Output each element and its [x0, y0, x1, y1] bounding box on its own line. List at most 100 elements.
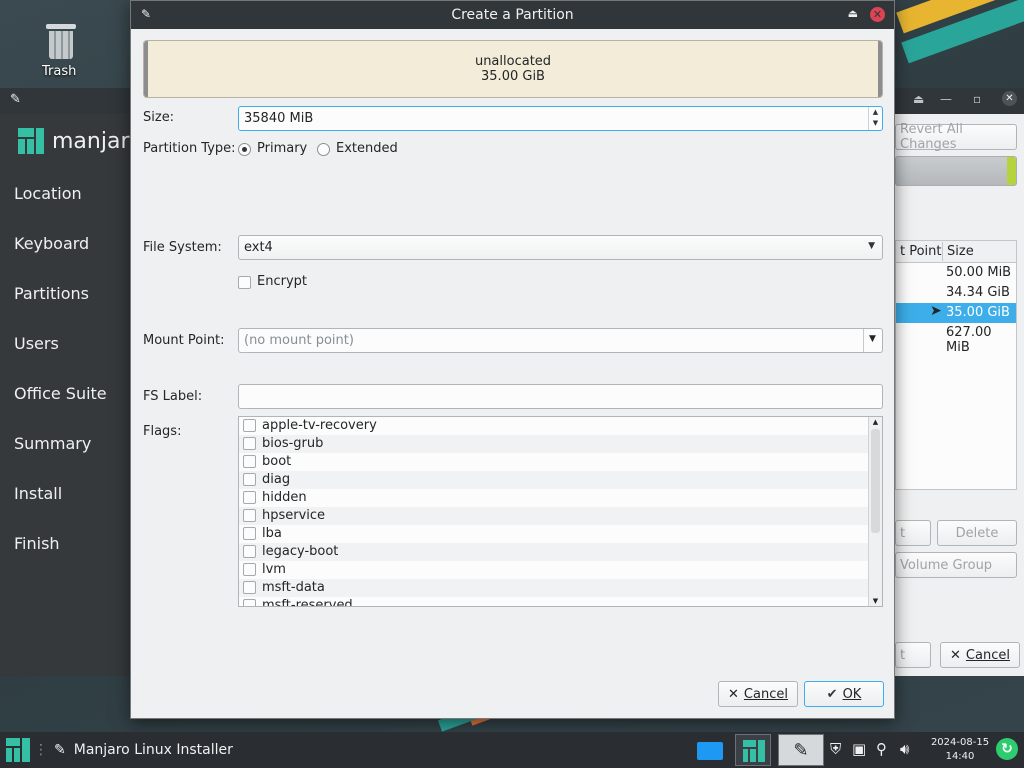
application-launcher-icon[interactable] [6, 738, 30, 762]
taskbar-task-installer[interactable]: ⋮ ✎ Manjaro Linux Installer [34, 732, 233, 768]
col-size[interactable]: Size [942, 242, 974, 261]
flag-item[interactable]: lba [239, 525, 869, 543]
fs-label-input[interactable] [238, 384, 883, 409]
flag-item[interactable]: legacy-boot [239, 543, 869, 561]
flag-checkbox[interactable] [243, 581, 256, 594]
close-icon[interactable]: ✕ [1002, 91, 1017, 106]
paperclip-icon[interactable]: ⚲ [876, 740, 887, 758]
extended-radio[interactable] [317, 143, 330, 156]
flag-checkbox[interactable] [243, 509, 256, 522]
step-install: Install [14, 484, 63, 503]
col-mount-point[interactable]: t Point [900, 244, 942, 259]
unallocated-size: 35.00 GiB [481, 69, 545, 84]
pin-icon[interactable]: ✎ [10, 92, 21, 107]
table-row[interactable]: 627.00 MiB [896, 323, 1016, 355]
mount-point-combo[interactable]: (no mount point) ▼ [238, 328, 883, 353]
edit-label: t [900, 525, 906, 541]
chevron-down-icon: ▼ [868, 241, 875, 251]
network-icon[interactable]: ▣ [852, 740, 866, 758]
step-keyboard: Keyboard [14, 234, 90, 253]
flag-checkbox[interactable] [243, 527, 256, 540]
table-row[interactable]: 50.00 MiB [896, 263, 1016, 283]
flags-label: Flags: [143, 424, 182, 439]
flag-checkbox[interactable] [243, 419, 256, 432]
flag-item[interactable]: hidden [239, 489, 869, 507]
manjaro-logo: manjaro [18, 128, 142, 154]
minimize-icon[interactable]: — [940, 92, 952, 106]
installer-cancel-button[interactable]: ✕ Cancel [940, 642, 1020, 668]
fs-label-label: FS Label: [143, 389, 203, 404]
update-icon[interactable]: ↻ [996, 738, 1018, 760]
next-button[interactable]: t [895, 642, 931, 668]
extended-radio-label[interactable]: Extended [336, 141, 398, 156]
edit-button[interactable]: t [895, 520, 931, 546]
flag-checkbox[interactable] [243, 563, 256, 576]
flags-scrollbar[interactable]: ▲ ▼ [868, 417, 882, 606]
size-spinbox[interactable]: 35840 MiB ▲ ▼ [238, 106, 883, 131]
create-partition-dialog: ✎ Create a Partition ⏏ ✕ unallocated 35.… [130, 0, 895, 719]
dialog-title: Create a Partition [451, 7, 574, 23]
flag-item[interactable]: hpservice [239, 507, 869, 525]
partition-type-label: Partition Type: [143, 141, 236, 156]
step-office-suite: Office Suite [14, 384, 107, 403]
folder-icon[interactable] [697, 742, 723, 760]
flag-name: msft-data [262, 580, 325, 595]
revert-all-changes-button[interactable]: Revert All Changes [895, 122, 1017, 152]
encrypt-label[interactable]: Encrypt [257, 274, 307, 289]
ok-button[interactable]: ✔ OK [804, 681, 884, 707]
file-system-combo[interactable]: ext4 ▼ [238, 235, 883, 260]
flag-item[interactable]: diag [239, 471, 869, 489]
keep-above-icon[interactable]: ⏏ [848, 7, 858, 20]
keep-above-icon[interactable]: ⏏ [913, 92, 924, 106]
manjaro-logo-icon [18, 128, 44, 154]
partition-table[interactable]: t Point Size 50.00 MiB 34.34 GiB 35.00 G… [895, 240, 1017, 490]
flag-checkbox[interactable] [243, 545, 256, 558]
installer-cancel-label: Cancel [965, 647, 1010, 663]
volume-icon[interactable]: 🔊︎ [900, 740, 909, 758]
flag-checkbox[interactable] [243, 437, 256, 450]
manjaro-hello-icon[interactable] [735, 734, 771, 766]
close-icon[interactable]: ✕ [870, 7, 885, 22]
flags-list[interactable]: apple-tv-recovery bios-grub boot diag hi… [238, 416, 883, 607]
flag-item[interactable]: msft-reserved [239, 597, 869, 607]
encrypt-checkbox[interactable] [238, 276, 251, 289]
date-text: 2024-08-15 [930, 737, 990, 748]
trash-desktop-icon[interactable]: Trash [30, 22, 92, 79]
primary-radio-label[interactable]: Primary [257, 141, 307, 156]
flag-checkbox[interactable] [243, 599, 256, 606]
scrollbar-thumb[interactable] [871, 429, 880, 533]
volume-group-button[interactable]: Volume Group [895, 552, 1017, 578]
flag-name: bios-grub [262, 436, 324, 451]
maximize-icon[interactable]: ▫ [973, 92, 981, 106]
row-size: 50.00 MiB [946, 265, 1012, 280]
dialog-cancel-button[interactable]: ✕ Cancel [718, 681, 798, 707]
flag-checkbox[interactable] [243, 473, 256, 486]
scroll-up-icon[interactable]: ▲ [869, 418, 882, 426]
flag-item[interactable]: msft-data [239, 579, 869, 597]
flag-item[interactable]: apple-tv-recovery [239, 417, 869, 435]
shield-icon[interactable]: ⛨ [830, 740, 841, 758]
flag-name: msft-reserved [262, 598, 353, 607]
next-label: t [900, 647, 906, 663]
flag-checkbox[interactable] [243, 455, 256, 468]
mount-point-dropdown[interactable]: ▼ [863, 329, 882, 352]
size-stepper[interactable]: ▲ ▼ [868, 107, 882, 130]
flag-item[interactable]: boot [239, 453, 869, 471]
flag-item[interactable]: lvm [239, 561, 869, 579]
flag-checkbox[interactable] [243, 491, 256, 504]
trash-label: Trash [42, 64, 77, 79]
flag-item[interactable]: bios-grub [239, 435, 869, 453]
table-row-selected[interactable]: 35.00 GiB [896, 303, 1016, 323]
trash-icon [46, 22, 76, 60]
file-system-label: File System: [143, 240, 222, 255]
row-size: 34.34 GiB [946, 285, 1010, 300]
scroll-down-icon[interactable]: ▼ [869, 597, 882, 605]
clock[interactable]: 2024-08-15 14:40 [928, 736, 992, 764]
step-users: Users [14, 334, 59, 353]
flag-name: lvm [262, 562, 286, 577]
primary-radio[interactable] [238, 143, 251, 156]
table-row[interactable]: 34.34 GiB [896, 283, 1016, 303]
delete-button[interactable]: Delete [937, 520, 1017, 546]
size-label: Size: [143, 110, 175, 125]
installer-task-icon[interactable]: ✎ [778, 734, 824, 766]
